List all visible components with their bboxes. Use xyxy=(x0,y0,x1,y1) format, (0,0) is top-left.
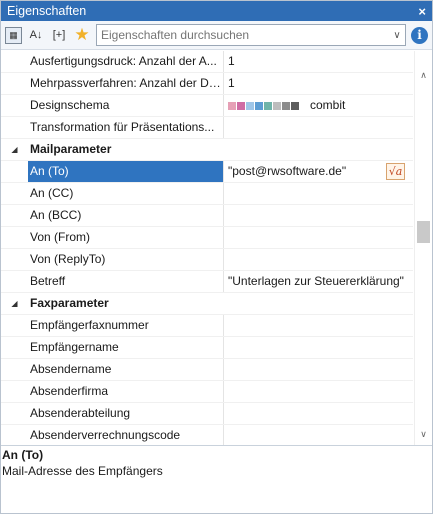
property-name: An (CC) xyxy=(28,183,224,204)
property-name: Absenderfirma xyxy=(28,381,224,402)
category-mailparameter[interactable]: ◢ Mailparameter xyxy=(1,139,413,161)
category-faxparameter[interactable]: ◢ Faxparameter xyxy=(1,293,413,315)
property-value[interactable] xyxy=(224,117,413,138)
scroll-down-icon[interactable]: ∨ xyxy=(415,426,432,443)
property-row[interactable]: Ausfertigungsdruck: Anzahl der A... 1 xyxy=(1,51,413,73)
property-value[interactable]: "Unterlagen zur Steuererklärung" xyxy=(224,271,413,292)
star-icon[interactable]: ★ xyxy=(73,25,91,44)
categorized-view-icon[interactable]: ▦ xyxy=(5,26,22,44)
property-value[interactable]: 1 xyxy=(224,73,413,94)
property-row[interactable]: Mehrpassverfahren: Anzahl der Du... 1 xyxy=(1,73,413,95)
description-text: Mail-Adresse des Empfängers xyxy=(2,464,163,478)
property-name: Von (ReplyTo) xyxy=(28,249,224,270)
property-row[interactable]: Absenderabteilung xyxy=(1,403,413,425)
color-scheme-swatch xyxy=(228,101,300,110)
property-row[interactable]: Von (From) xyxy=(1,227,413,249)
property-name: Absendername xyxy=(28,359,224,380)
description-title: An (To) xyxy=(2,448,44,462)
property-row[interactable]: Absenderfirma xyxy=(1,381,413,403)
scheme-name: combit xyxy=(310,98,346,112)
property-name: Designschema xyxy=(28,95,224,116)
property-row[interactable]: Empfängerfaxnummer xyxy=(1,315,413,337)
expand-all-button[interactable]: [+] xyxy=(50,26,68,44)
property-value[interactable] xyxy=(224,205,413,226)
search-box[interactable]: ∨ xyxy=(96,24,406,46)
property-name: Empfängername xyxy=(28,337,224,358)
chevron-down-icon[interactable]: ∨ xyxy=(389,30,405,41)
property-value[interactable]: 1 xyxy=(224,51,413,72)
color-swatch-cell xyxy=(228,101,236,110)
properties-panel: Eigenschaften × ▦ A↓ [+] ★ ∨ i Ausfertig… xyxy=(0,0,433,514)
property-value[interactable] xyxy=(224,315,413,336)
color-swatch-cell xyxy=(264,101,272,110)
property-row[interactable]: Betreff "Unterlagen zur Steuererklärung" xyxy=(1,271,413,293)
property-row[interactable]: An (CC) xyxy=(1,183,413,205)
color-swatch-cell xyxy=(246,101,254,110)
description-pane: An (To) Mail-Adresse des Empfängers xyxy=(1,445,432,513)
property-name: An (BCC) xyxy=(28,205,224,226)
color-swatch-cell xyxy=(291,101,299,110)
scroll-up-icon[interactable]: ∧ xyxy=(415,67,432,84)
search-input[interactable] xyxy=(97,28,389,42)
title-bar: Eigenschaften × xyxy=(1,1,432,21)
info-icon[interactable]: i xyxy=(411,26,428,44)
property-row[interactable]: An (BCC) xyxy=(1,205,413,227)
category-label: Faxparameter xyxy=(30,296,109,310)
panel-title: Eigenschaften xyxy=(7,4,87,18)
property-row[interactable]: Designschema combit xyxy=(1,95,413,117)
property-value[interactable] xyxy=(224,337,413,358)
property-name: Betreff xyxy=(28,271,224,292)
property-name: Empfängerfaxnummer xyxy=(28,315,224,336)
property-value[interactable]: combit xyxy=(224,95,413,116)
color-swatch-cell xyxy=(273,101,281,110)
property-value[interactable] xyxy=(224,183,413,204)
category-label: Mailparameter xyxy=(30,142,112,156)
color-swatch-cell xyxy=(255,101,263,110)
property-value[interactable] xyxy=(224,227,413,248)
vertical-scrollbar[interactable]: ∧ ∨ xyxy=(414,51,432,445)
property-row[interactable]: An (To) "post@rwsoftware.de" √a xyxy=(1,161,413,183)
property-row[interactable]: Transformation für Präsentations... xyxy=(1,117,413,139)
property-row[interactable]: Absendername xyxy=(1,359,413,381)
property-name: An (To) xyxy=(28,161,224,182)
collapse-triangle-icon[interactable]: ◢ xyxy=(1,139,28,160)
formula-editor-button[interactable]: √a xyxy=(386,163,405,180)
property-name: Absenderabteilung xyxy=(28,403,224,424)
property-name: Mehrpassverfahren: Anzahl der Du... xyxy=(28,73,224,94)
property-value[interactable] xyxy=(224,381,413,402)
color-swatch-cell xyxy=(237,101,245,110)
sort-az-icon[interactable]: A↓ xyxy=(27,26,45,44)
property-value[interactable] xyxy=(224,249,413,270)
color-swatch-cell xyxy=(282,101,290,110)
property-name: Ausfertigungsdruck: Anzahl der A... xyxy=(28,51,224,72)
property-value[interactable] xyxy=(224,425,413,445)
property-row[interactable]: Von (ReplyTo) xyxy=(1,249,413,271)
property-row[interactable]: Empfängername xyxy=(1,337,413,359)
toolbar: ▦ A↓ [+] ★ ∨ i xyxy=(1,21,432,50)
property-grid: Ausfertigungsdruck: Anzahl der A... 1 Me… xyxy=(1,51,413,445)
property-name: Transformation für Präsentations... xyxy=(28,117,224,138)
close-icon[interactable]: × xyxy=(418,4,426,19)
property-value[interactable] xyxy=(224,359,413,380)
collapse-triangle-icon[interactable]: ◢ xyxy=(1,293,28,314)
property-name: Von (From) xyxy=(28,227,224,248)
property-value-text: "post@rwsoftware.de" xyxy=(228,164,347,178)
scroll-thumb[interactable] xyxy=(417,221,430,243)
property-row[interactable]: Absenderverrechnungscode xyxy=(1,425,413,445)
property-value[interactable]: "post@rwsoftware.de" √a xyxy=(224,161,413,182)
property-value[interactable] xyxy=(224,403,413,424)
property-name: Absenderverrechnungscode xyxy=(28,425,224,445)
